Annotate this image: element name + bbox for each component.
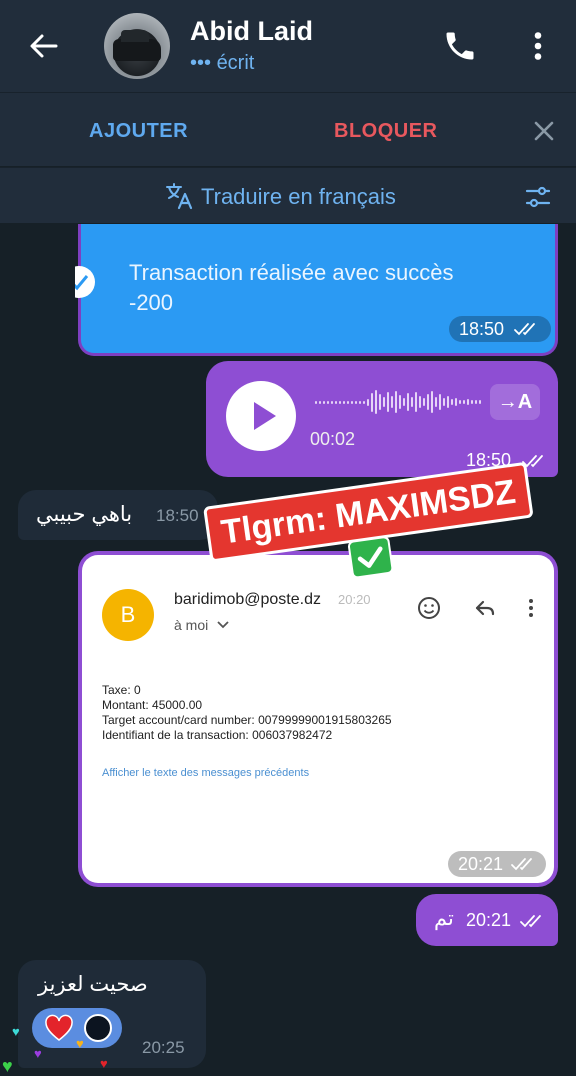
more-vertical-icon — [529, 599, 533, 617]
receipt-line-1: Transaction réalisée avec succès — [129, 260, 454, 285]
back-arrow-icon[interactable] — [24, 26, 64, 66]
message-text: صحيت لعزيز — [38, 973, 148, 996]
voice-duration: 00:02 — [310, 429, 356, 449]
add-contact-button[interactable]: AJOUTER — [89, 120, 188, 143]
message-list[interactable]: Transaction réalisée avec succès -200 18… — [0, 224, 576, 1076]
translate-label[interactable]: Traduire en français — [201, 184, 396, 210]
heart-icon: ♥ — [76, 1036, 84, 1051]
more-vertical-icon[interactable] — [520, 28, 556, 64]
check-circle-icon — [75, 266, 95, 298]
show-quoted-text-link: Afficher le texte des messages précédent… — [102, 767, 310, 779]
double-check-icon — [511, 858, 532, 871]
message-bubble-outgoing[interactable]: تم 20:21 — [416, 894, 558, 946]
recipient: à moi — [174, 617, 230, 633]
check-mark-icon — [347, 535, 395, 580]
message-time: 20:21 — [466, 910, 512, 930]
email-line: Taxe: 0 — [102, 683, 141, 697]
chevron-down-icon — [217, 621, 229, 629]
translate-bar[interactable]: Traduire en français — [0, 167, 576, 223]
emoji-icon — [418, 597, 440, 619]
add-block-bar: AJOUTER BLOQUER — [0, 92, 576, 166]
message-bubble-incoming[interactable]: صحيت لعزيز 20:25 — [18, 960, 206, 1068]
sender-avatar: B — [102, 589, 154, 641]
receipt-line-2: -200 — [129, 290, 174, 315]
typing-status: ••• écrit — [190, 52, 255, 74]
contact-name[interactable]: Abid Laid — [190, 16, 313, 47]
avatar[interactable] — [104, 13, 170, 79]
close-icon[interactable] — [530, 117, 558, 145]
message-time: 20:25 — [142, 1038, 185, 1057]
message-time-text: 18:50 — [459, 319, 505, 339]
email-screenshot: B baridimob@poste.dz 20:20 à moi Taxe: 0… — [82, 555, 554, 883]
phone-icon[interactable] — [442, 28, 478, 64]
message-time: 20:21 — [448, 851, 546, 877]
email-line: Identifiant de la transaction: 006037982… — [102, 728, 333, 742]
message-time: 18:50 — [449, 316, 552, 342]
email-body: Taxe: 0 Montant: 45000.00 Target account… — [102, 683, 392, 743]
message-time-text: 20:21 — [458, 854, 504, 874]
transcribe-button[interactable]: →A — [490, 384, 540, 420]
message-text: Transaction réalisée avec succès -200 — [129, 258, 453, 318]
car-image — [113, 30, 161, 61]
message-time: 18:50 — [156, 506, 199, 525]
double-check-icon — [520, 915, 541, 928]
translate-icon — [166, 183, 193, 210]
heart-icon: ♥ — [12, 1024, 20, 1039]
email-time: 20:20 — [338, 592, 371, 607]
double-check-icon — [514, 323, 535, 336]
email-line: Target account/card number: 007999990019… — [102, 713, 392, 727]
reply-icon — [475, 600, 495, 616]
tune-icon[interactable] — [524, 183, 552, 211]
message-bubble-incoming[interactable]: باهي حبيبي 18:50 — [18, 490, 218, 540]
block-user-button[interactable]: BLOQUER — [334, 120, 438, 143]
recipient-text: à moi — [174, 617, 209, 633]
play-button[interactable] — [226, 381, 296, 451]
message-text: باهي حبيبي — [36, 503, 133, 526]
waveform[interactable] — [314, 389, 484, 415]
heart-icon: ♥ — [100, 1056, 108, 1071]
heart-icon: ♥ — [2, 1056, 13, 1076]
message-bubble-receipt[interactable]: Transaction réalisée avec succès -200 18… — [75, 224, 558, 356]
heart-icon: ♥ — [34, 1046, 42, 1061]
chat-header: Abid Laid ••• écrit — [0, 0, 576, 92]
message-bubble-image[interactable]: B baridimob@poste.dz 20:20 à moi Taxe: 0… — [78, 551, 558, 887]
message-bubble-voice[interactable]: 00:02 →A 18:50 — [206, 361, 558, 477]
heart-icon — [45, 1014, 73, 1041]
message-text: تم — [434, 907, 454, 930]
email-line: Montant: 45000.00 — [102, 698, 203, 712]
channel-logo — [84, 1014, 112, 1042]
